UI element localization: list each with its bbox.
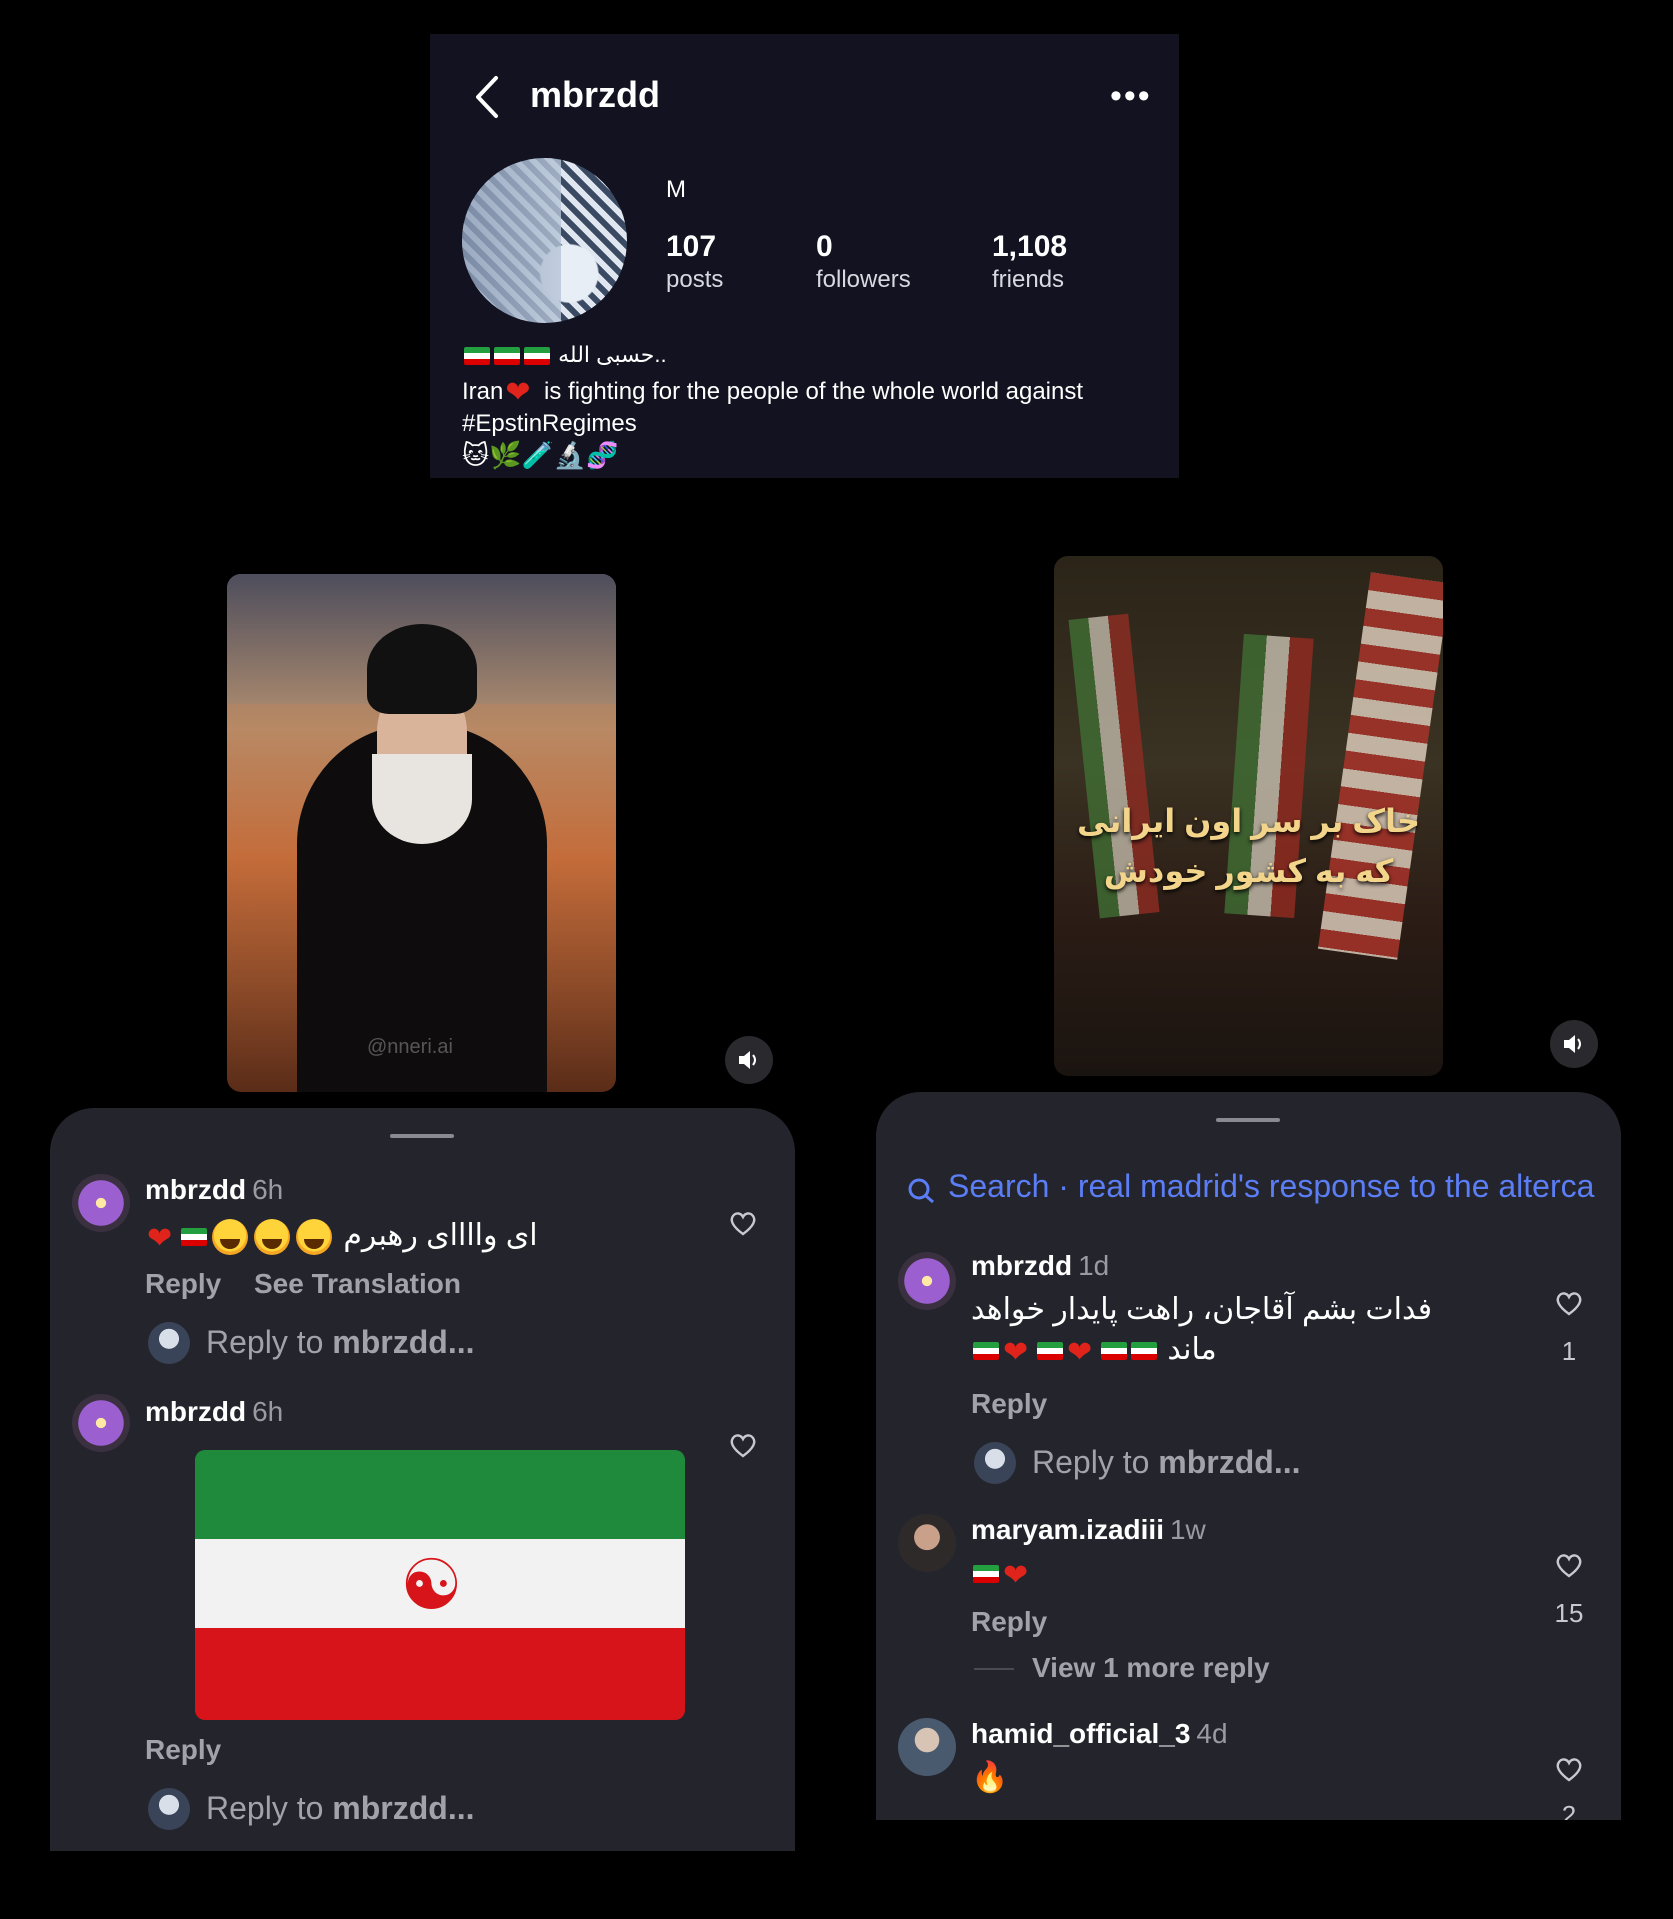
- search-suggestion[interactable]: Search · real madrid's response to the a…: [906, 1168, 1594, 1205]
- avatar[interactable]: [898, 1718, 956, 1776]
- post-video-flags[interactable]: خاک بر سر اون ایرانی که به کشور خودش: [1054, 556, 1443, 1076]
- comment-username[interactable]: mbrzdd 6h: [145, 1174, 283, 1206]
- like-heart-icon[interactable]: [1554, 1288, 1584, 1318]
- see-translation-button[interactable]: See Translation: [254, 1268, 461, 1300]
- profile-username: mbrzdd: [530, 74, 660, 115]
- thread-line: [974, 1668, 1014, 1670]
- heart-icon: [1003, 1559, 1033, 1589]
- like-count: 1: [1561, 1336, 1577, 1366]
- video-caption: خاک بر سر اون ایرانی که به کشور خودش: [1076, 803, 1421, 889]
- flag-icon: [494, 347, 520, 366]
- comments-panel-right: Search · real madrid's response to the a…: [876, 1092, 1621, 1820]
- like-heart-icon[interactable]: [1554, 1754, 1584, 1784]
- view-more-replies-button[interactable]: View 1 more reply: [1032, 1652, 1270, 1684]
- avatar[interactable]: [72, 1174, 130, 1232]
- comment-username[interactable]: maryam.izadiii 1w: [971, 1514, 1206, 1546]
- like-count: 2: [1561, 1800, 1577, 1820]
- comments-panel-left: mbrzdd6h ای واااای رهبرم Reply See Trans…: [50, 1108, 795, 1851]
- reply-button[interactable]: Reply: [971, 1606, 1047, 1638]
- avatar: [974, 1442, 1016, 1484]
- comment-text: [971, 1556, 1035, 1590]
- comment-username[interactable]: mbrzdd 6h: [145, 1396, 283, 1428]
- flag-icon: [1037, 1342, 1063, 1361]
- watermark: @nneri.ai: [367, 1036, 453, 1058]
- crying-face-icon: [254, 1219, 290, 1256]
- heart-icon: [147, 1222, 177, 1252]
- stat-friends[interactable]: 1,108 friends: [992, 230, 1067, 294]
- search-icon: [908, 1178, 934, 1203]
- volume-icon[interactable]: [1550, 1020, 1598, 1068]
- back-arrow-icon[interactable]: [470, 74, 504, 120]
- like-count: 15: [1554, 1598, 1584, 1628]
- reply-input[interactable]: Reply to mbrzdd...: [206, 1790, 475, 1827]
- comment-text: فدات بشم آقاجان، راهت پایدار خواهد: [971, 1293, 1433, 1326]
- reply-button[interactable]: Reply: [145, 1734, 221, 1766]
- like-heart-icon[interactable]: [728, 1208, 758, 1238]
- volume-icon[interactable]: [725, 1036, 773, 1084]
- avatar[interactable]: [72, 1394, 130, 1452]
- heart-icon: [505, 378, 535, 408]
- sheet-grabber[interactable]: [390, 1134, 454, 1138]
- bio-line-1: حسبی الله..: [462, 342, 667, 368]
- comment-username[interactable]: hamid_official_3 4d: [971, 1718, 1228, 1750]
- comment-image-iran-flag[interactable]: ☯: [195, 1450, 685, 1720]
- emblem-icon: ☯: [400, 1546, 463, 1624]
- post-image-leader[interactable]: @nneri.ai: [227, 574, 616, 1092]
- profile-card: mbrzdd ••• M 107 posts 0 followers 1,108…: [430, 34, 1179, 478]
- like-heart-icon[interactable]: [1554, 1550, 1584, 1580]
- flag-icon: [973, 1565, 999, 1584]
- avatar[interactable]: [898, 1252, 956, 1310]
- reply-input[interactable]: Reply to mbrzdd...: [1032, 1444, 1301, 1481]
- more-options-icon[interactable]: •••: [1110, 79, 1152, 113]
- crying-face-icon: [212, 1219, 248, 1256]
- heart-icon: [1067, 1336, 1097, 1366]
- bio-line-2: Iran is fighting for the people of the w…: [462, 376, 1162, 440]
- heart-icon: [1003, 1336, 1033, 1366]
- comment-username[interactable]: mbrzdd 1d: [971, 1250, 1109, 1282]
- like-heart-icon[interactable]: [728, 1430, 758, 1460]
- stat-followers[interactable]: 0 followers: [816, 230, 911, 294]
- comment-text: 🔥: [971, 1761, 1009, 1794]
- crying-face-icon: [296, 1219, 332, 1256]
- profile-avatar[interactable]: [462, 158, 627, 323]
- flag-icon: [973, 1342, 999, 1361]
- reply-input[interactable]: Reply to mbrzdd...: [206, 1324, 475, 1361]
- flag-icon: [1101, 1342, 1127, 1361]
- flag-icon: [181, 1228, 207, 1247]
- profile-display-name: M: [666, 176, 686, 203]
- avatar: [148, 1788, 190, 1830]
- reply-button[interactable]: Reply: [145, 1268, 221, 1300]
- flag-icon: [524, 347, 550, 366]
- comment-text-line2: ماند: [971, 1332, 1217, 1367]
- comment-text: ای واااای رهبرم: [145, 1218, 538, 1256]
- bio-emoji-line: 🐱🌿🧪🔬🧬: [462, 440, 619, 470]
- flag-icon: [464, 347, 490, 366]
- reply-button[interactable]: Reply: [971, 1388, 1047, 1420]
- avatar: [148, 1322, 190, 1364]
- avatar[interactable]: [898, 1514, 956, 1572]
- sheet-grabber[interactable]: [1216, 1118, 1280, 1122]
- stat-posts[interactable]: 107 posts: [666, 230, 723, 294]
- flag-icon: [1131, 1342, 1157, 1361]
